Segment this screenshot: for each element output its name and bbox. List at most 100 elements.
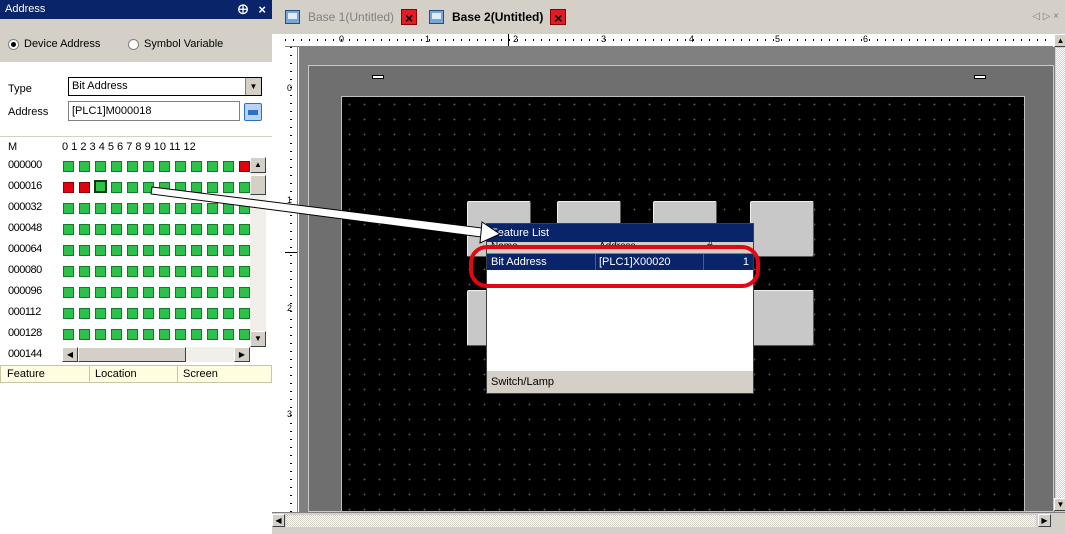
- bit-cell[interactable]: [175, 266, 186, 277]
- bit-cell[interactable]: [63, 245, 74, 256]
- bit-cell[interactable]: [95, 308, 106, 319]
- tab-nav-icons[interactable]: ◁ ▷ ×: [1032, 11, 1059, 22]
- bit-cell[interactable]: [111, 287, 122, 298]
- bit-cell[interactable]: [63, 329, 74, 340]
- bit-cell[interactable]: [79, 266, 90, 277]
- switch-part[interactable]: [750, 201, 814, 257]
- bit-cell[interactable]: [143, 224, 154, 235]
- bit-cell[interactable]: [63, 161, 74, 172]
- bit-cell[interactable]: [223, 245, 234, 256]
- bit-cell[interactable]: [223, 287, 234, 298]
- bit-cell[interactable]: [79, 308, 90, 319]
- bit-cell[interactable]: [175, 245, 186, 256]
- scroll-right-icon[interactable]: ▶: [234, 347, 250, 362]
- scroll-thumb[interactable]: [250, 175, 266, 195]
- bit-cell[interactable]: [207, 245, 218, 256]
- column-screen[interactable]: Screen: [183, 368, 218, 380]
- bit-cell[interactable]: [79, 203, 90, 214]
- bit-cell[interactable]: [159, 266, 170, 277]
- scroll-left-icon[interactable]: ◀: [272, 514, 285, 527]
- bit-cell[interactable]: [175, 182, 186, 193]
- bit-cell[interactable]: [239, 245, 250, 256]
- scroll-right-icon[interactable]: ▶: [1038, 514, 1051, 527]
- bit-cell[interactable]: [127, 287, 138, 298]
- symbol-variable-radio[interactable]: Symbol Variable: [128, 38, 223, 50]
- bit-cell[interactable]: [223, 266, 234, 277]
- address-input[interactable]: [PLC1]M000018: [68, 101, 240, 121]
- scroll-thumb[interactable]: [78, 347, 186, 362]
- bit-cell[interactable]: [191, 224, 202, 235]
- bit-cell[interactable]: [207, 224, 218, 235]
- bit-cell[interactable]: [111, 266, 122, 277]
- bit-cell[interactable]: [143, 308, 154, 319]
- bit-cell[interactable]: [79, 161, 90, 172]
- bit-cell[interactable]: [239, 308, 250, 319]
- bit-cell[interactable]: [207, 161, 218, 172]
- bit-cell[interactable]: [159, 308, 170, 319]
- switch-part[interactable]: [750, 290, 814, 346]
- bit-cell[interactable]: [127, 329, 138, 340]
- bit-cell[interactable]: [111, 224, 122, 235]
- bit-cell[interactable]: [191, 308, 202, 319]
- bit-cell[interactable]: [191, 182, 202, 193]
- close-icon[interactable]: ×: [401, 9, 418, 26]
- keypad-icon[interactable]: [244, 103, 262, 121]
- bit-cell[interactable]: [223, 329, 234, 340]
- bit-cell[interactable]: [159, 287, 170, 298]
- bit-cell[interactable]: [175, 308, 186, 319]
- bit-cell[interactable]: [175, 287, 186, 298]
- bit-cell[interactable]: [143, 161, 154, 172]
- bit-cell[interactable]: [79, 224, 90, 235]
- bit-cell[interactable]: [143, 287, 154, 298]
- bit-cell[interactable]: [191, 266, 202, 277]
- bit-cell[interactable]: [127, 245, 138, 256]
- bit-cell[interactable]: [63, 203, 74, 214]
- scroll-down-icon[interactable]: ▼: [1054, 498, 1065, 511]
- bit-cell[interactable]: [95, 245, 106, 256]
- bit-cell[interactable]: [239, 203, 250, 214]
- bit-cell[interactable]: [223, 182, 234, 193]
- scroll-down-icon[interactable]: ▼: [250, 331, 266, 347]
- tab-base-2[interactable]: Base 2(Untitled) ×: [429, 7, 567, 27]
- bit-cell[interactable]: [223, 224, 234, 235]
- bit-cell[interactable]: [207, 182, 218, 193]
- bit-cell[interactable]: [143, 329, 154, 340]
- bit-cell[interactable]: [63, 224, 74, 235]
- canvas-vertical-scrollbar[interactable]: ▲ ▼: [1054, 34, 1065, 512]
- bit-cell[interactable]: [159, 203, 170, 214]
- bit-cell[interactable]: [207, 287, 218, 298]
- chevron-down-icon[interactable]: ▼: [245, 78, 261, 95]
- bit-cell[interactable]: [239, 329, 250, 340]
- bit-cell[interactable]: [175, 203, 186, 214]
- bit-cell[interactable]: [95, 224, 106, 235]
- bit-cell[interactable]: [223, 203, 234, 214]
- close-icon[interactable]: ×: [258, 0, 266, 19]
- bit-cell[interactable]: [127, 308, 138, 319]
- bit-cell[interactable]: [207, 203, 218, 214]
- bit-cell[interactable]: [191, 203, 202, 214]
- bit-cell[interactable]: [175, 161, 186, 172]
- device-address-radio[interactable]: Device Address: [8, 38, 100, 50]
- bit-cell[interactable]: [95, 287, 106, 298]
- type-dropdown[interactable]: Bit Address ▼: [68, 77, 262, 96]
- bit-cell[interactable]: [159, 182, 170, 193]
- canvas-horizontal-scrollbar[interactable]: ◀ ▶: [272, 512, 1065, 534]
- bit-cell[interactable]: [111, 161, 122, 172]
- scroll-up-icon[interactable]: ▲: [250, 157, 266, 173]
- bit-cell[interactable]: [239, 161, 250, 172]
- bit-cell[interactable]: [111, 182, 122, 193]
- bit-cell[interactable]: [223, 308, 234, 319]
- bit-cell[interactable]: [63, 287, 74, 298]
- bit-cell[interactable]: [95, 266, 106, 277]
- bit-cell[interactable]: [191, 161, 202, 172]
- grid-horizontal-scrollbar[interactable]: ◀ ▶: [62, 347, 250, 362]
- bit-cell[interactable]: [159, 329, 170, 340]
- bit-cell[interactable]: [127, 266, 138, 277]
- scroll-left-icon[interactable]: ◀: [62, 347, 78, 362]
- bit-cell[interactable]: [159, 224, 170, 235]
- bit-cell[interactable]: [127, 182, 138, 193]
- bit-cell[interactable]: [127, 203, 138, 214]
- bit-cell[interactable]: [223, 161, 234, 172]
- grid-vertical-scrollbar[interactable]: ▲ ▼: [250, 157, 266, 347]
- bit-cell[interactable]: [239, 287, 250, 298]
